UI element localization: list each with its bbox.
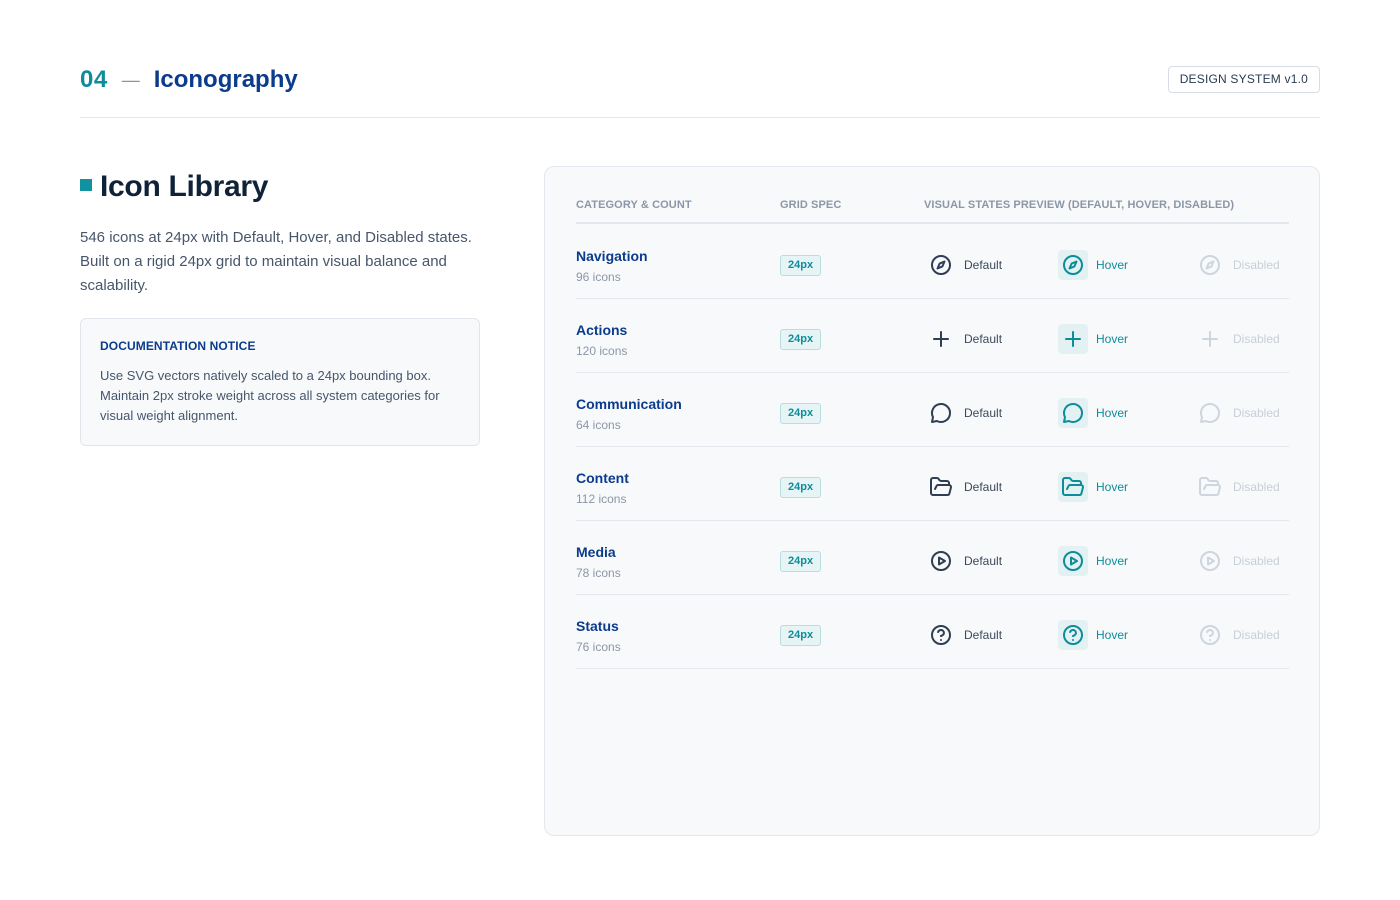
state-default[interactable]: Default <box>926 250 1002 280</box>
play-circle-icon <box>1195 546 1225 576</box>
category-count: 112 icons <box>576 492 627 506</box>
state-disabled: Disabled <box>1195 398 1280 428</box>
state-hover[interactable]: Hover <box>1058 472 1128 502</box>
state-disabled: Disabled <box>1195 620 1280 650</box>
state-hover-label: Hover <box>1096 628 1129 642</box>
state-hover-label: Hover <box>1096 554 1129 568</box>
library-title: Icon Library <box>80 170 268 204</box>
help-circle-icon <box>1195 620 1225 650</box>
message-circle-icon[interactable] <box>926 398 956 428</box>
grid-spec-chip: 24px <box>780 329 822 350</box>
plus-icon <box>1195 324 1225 354</box>
state-default-label: Default <box>964 628 1003 642</box>
category-name: Status <box>576 618 619 634</box>
category-count: 64 icons <box>576 418 621 432</box>
state-default[interactable]: Default <box>926 546 1002 576</box>
notice-body: Use SVG vectors natively scaled to a 24p… <box>100 368 440 423</box>
category-name: Navigation <box>576 248 648 264</box>
category-count: 120 icons <box>576 344 628 358</box>
compass-icon[interactable] <box>1058 250 1088 280</box>
state-default-label: Default <box>964 332 1003 346</box>
library-description: 546 icons at 24px with Default, Hover, a… <box>80 229 472 294</box>
library-title-text: Icon Library <box>100 170 269 203</box>
state-disabled-label: Disabled <box>1233 406 1280 420</box>
section-separator: — <box>121 69 140 90</box>
title-square-icon <box>80 179 92 191</box>
category-name: Actions <box>576 322 628 338</box>
state-hover[interactable]: Hover <box>1058 546 1128 576</box>
state-hover[interactable]: Hover <box>1058 620 1128 650</box>
state-hover[interactable]: Hover <box>1058 398 1128 428</box>
section-heading: 04 — Iconography <box>80 66 298 94</box>
help-circle-icon[interactable] <box>1058 620 1088 650</box>
table-row[interactable]: Status 76 icons 24px Default Hover Disab… <box>576 595 1289 669</box>
category-count: 78 icons <box>576 566 621 580</box>
header-grid-spec: GRID SPEC <box>780 199 842 211</box>
state-disabled: Disabled <box>1195 250 1280 280</box>
state-default-label: Default <box>964 406 1003 420</box>
state-disabled: Disabled <box>1195 546 1280 576</box>
state-disabled: Disabled <box>1195 324 1280 354</box>
state-hover-label: Hover <box>1096 406 1129 420</box>
state-hover[interactable]: Hover <box>1058 324 1128 354</box>
notice-title: DOCUMENTATION NOTICE <box>100 339 256 353</box>
grid-spec-chip: 24px <box>780 551 822 572</box>
table-header: CATEGORY & COUNT GRID SPEC VISUAL STATES… <box>576 199 1289 224</box>
grid-spec-chip: 24px <box>780 403 822 424</box>
header-category: CATEGORY & COUNT <box>576 199 692 211</box>
play-circle-icon[interactable] <box>1058 546 1088 576</box>
category-name: Content <box>576 470 629 486</box>
table-body: Navigation 96 icons 24px Default Hover D… <box>576 225 1289 669</box>
category-count: 76 icons <box>576 640 621 654</box>
state-disabled: Disabled <box>1195 472 1280 502</box>
state-hover-label: Hover <box>1096 258 1129 272</box>
table-row[interactable]: Communication 64 icons 24px Default Hove… <box>576 373 1289 447</box>
state-default-label: Default <box>964 258 1003 272</box>
state-disabled-label: Disabled <box>1233 628 1280 642</box>
state-default[interactable]: Default <box>926 620 1002 650</box>
table-row[interactable]: Content 112 icons 24px Default Hover Dis… <box>576 447 1289 521</box>
table-row[interactable]: Navigation 96 icons 24px Default Hover D… <box>576 225 1289 299</box>
iconography-page: 04 — Iconography DESIGN SYSTEM v1.0 Icon… <box>0 0 1400 900</box>
message-circle-icon <box>1195 398 1225 428</box>
help-circle-icon[interactable] <box>926 620 956 650</box>
state-disabled-label: Disabled <box>1233 332 1280 346</box>
header-visual-states: VISUAL STATES PREVIEW (DEFAULT, HOVER, D… <box>924 199 1235 211</box>
play-circle-icon[interactable] <box>926 546 956 576</box>
state-hover[interactable]: Hover <box>1058 250 1128 280</box>
design-system-badge: DESIGN SYSTEM v1.0 <box>1167 66 1320 93</box>
folder-open-icon <box>1195 472 1225 502</box>
state-default-label: Default <box>964 480 1003 494</box>
table-row[interactable]: Media 78 icons 24px Default Hover Disabl… <box>576 521 1289 595</box>
table-row[interactable]: Actions 120 icons 24px Default Hover Dis… <box>576 299 1289 373</box>
state-hover-label: Hover <box>1096 480 1129 494</box>
page-header: 04 — Iconography DESIGN SYSTEM v1.0 <box>80 64 1320 118</box>
state-disabled-label: Disabled <box>1233 258 1280 272</box>
state-disabled-label: Disabled <box>1233 480 1280 494</box>
compass-icon[interactable] <box>926 250 956 280</box>
state-hover-label: Hover <box>1096 332 1129 346</box>
section-number: 04 <box>80 66 108 93</box>
plus-icon[interactable] <box>1058 324 1088 354</box>
icon-categories-table: CATEGORY & COUNT GRID SPEC VISUAL STATES… <box>544 166 1320 836</box>
plus-icon[interactable] <box>926 324 956 354</box>
category-name: Communication <box>576 396 682 412</box>
state-disabled-label: Disabled <box>1233 554 1280 568</box>
category-count: 96 icons <box>576 270 621 284</box>
grid-spec-chip: 24px <box>780 625 822 646</box>
documentation-notice: DOCUMENTATION NOTICE Use SVG vectors nat… <box>80 318 480 446</box>
grid-spec-chip: 24px <box>780 477 822 498</box>
state-default-label: Default <box>964 554 1003 568</box>
grid-spec-chip: 24px <box>780 255 822 276</box>
folder-open-icon[interactable] <box>926 472 956 502</box>
message-circle-icon[interactable] <box>1058 398 1088 428</box>
section-title: Iconography <box>153 66 298 93</box>
state-default[interactable]: Default <box>926 472 1002 502</box>
state-default[interactable]: Default <box>926 324 1002 354</box>
category-name: Media <box>576 544 616 560</box>
compass-icon <box>1195 250 1225 280</box>
folder-open-icon[interactable] <box>1058 472 1088 502</box>
state-default[interactable]: Default <box>926 398 1002 428</box>
